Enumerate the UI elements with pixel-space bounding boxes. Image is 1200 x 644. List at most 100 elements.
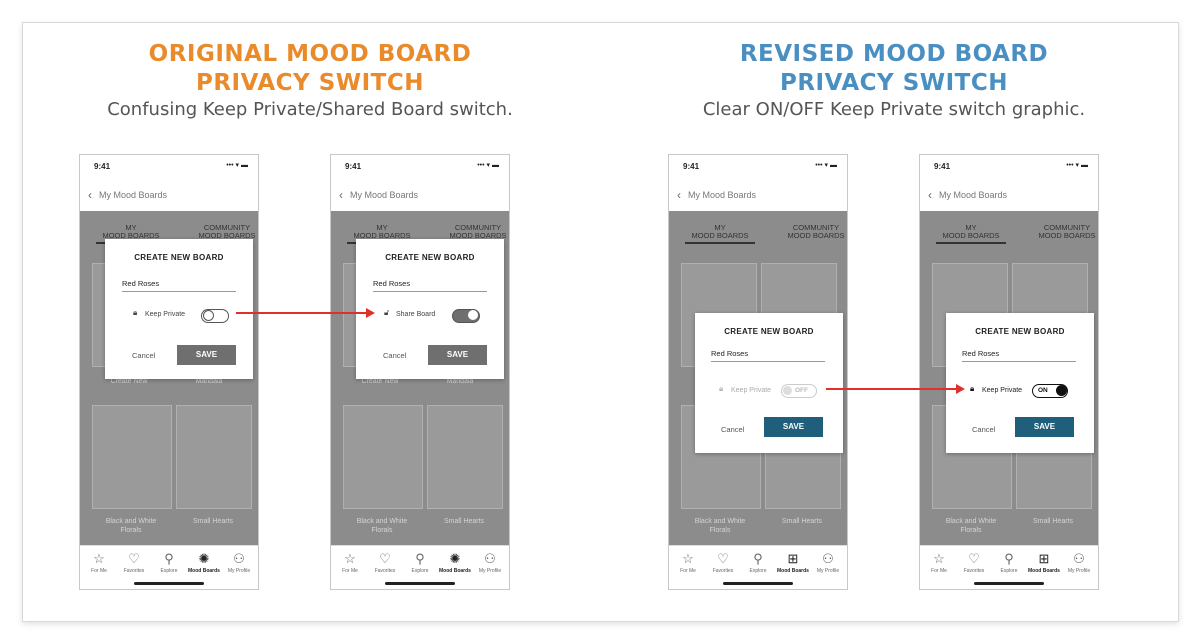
tab-community-line2: MOOD BOARDS [787, 231, 845, 240]
status-icons: ••• ▾ ▬ [477, 162, 499, 169]
keep-private-toggle-off[interactable]: OFF [781, 384, 817, 398]
tab-for-me[interactable]: ☆ For Me [921, 551, 957, 574]
tab-explore[interactable]: ⚲ Explore [740, 551, 776, 574]
tab-community-mood-boards[interactable]: COMMUNITY MOOD BOARDS [1032, 224, 1098, 240]
tile-label-bw-line2: Florals [709, 527, 731, 534]
star-icon: ☆ [933, 551, 945, 566]
share-board-toggle[interactable] [452, 309, 480, 323]
chevron-left-icon[interactable]: ‹ [677, 188, 681, 202]
save-button[interactable]: SAVE [1015, 417, 1074, 437]
tab-community-mood-boards[interactable]: COMMUNITY MOOD BOARDS [443, 224, 509, 240]
nav-bar[interactable]: ‹ My Mood Boards [669, 185, 847, 207]
tab-label: Explore [1000, 568, 1018, 574]
tab-my-profile[interactable]: ⚇ My Profile [472, 551, 508, 574]
home-indicator [385, 582, 455, 585]
tab-my-profile[interactable]: ⚇ My Profile [221, 551, 257, 574]
status-bar: 9:41 ••• ▾ ▬ [920, 155, 1098, 177]
back-label[interactable]: My Mood Boards [99, 190, 167, 200]
unlock-icon: 🔓︎ [384, 308, 390, 317]
search-icon: ⚲ [164, 551, 174, 566]
nav-bar[interactable]: ‹ My Mood Boards [80, 185, 258, 207]
left-title-line1: ORIGINAL MOOD BOARD [148, 41, 472, 67]
tile-label-small-hearts: Small Hearts [443, 518, 485, 525]
board-tile-black-white[interactable] [92, 405, 172, 509]
keep-private-toggle[interactable] [201, 309, 229, 323]
heart-icon: ♡ [717, 551, 729, 566]
tab-for-me[interactable]: ☆ For Me [332, 551, 368, 574]
tab-mood-boards[interactable]: ✺ Mood Boards [186, 551, 222, 574]
board-name-field[interactable]: Red Roses [373, 279, 487, 292]
left-title: ORIGINAL MOOD BOARD PRIVACY SWITCH [80, 40, 540, 98]
search-icon: ⚲ [753, 551, 763, 566]
back-label[interactable]: My Mood Boards [939, 190, 1007, 200]
keep-private-label: Keep Private [982, 387, 1023, 394]
star-icon: ☆ [682, 551, 694, 566]
status-bar: 9:41 ••• ▾ ▬ [331, 155, 509, 177]
chevron-left-icon[interactable]: ‹ [88, 188, 92, 202]
tab-community-mood-boards[interactable]: COMMUNITY MOOD BOARDS [192, 224, 258, 240]
save-button[interactable]: SAVE [428, 345, 487, 365]
tab-explore[interactable]: ⚲ Explore [151, 551, 187, 574]
tab-explore[interactable]: ⚲ Explore [991, 551, 1027, 574]
right-title-line2: PRIVACY SWITCH [779, 70, 1008, 96]
cancel-button[interactable]: Cancel [132, 351, 155, 360]
nav-bar[interactable]: ‹ My Mood Boards [920, 185, 1098, 207]
tab-favorites[interactable]: ♡ Favorites [367, 551, 403, 574]
tab-label: Favorites [712, 568, 734, 574]
lock-icon: 🔒︎ [970, 384, 975, 393]
chevron-left-icon[interactable]: ‹ [339, 188, 343, 202]
tab-community-mood-boards[interactable]: COMMUNITY MOOD BOARDS [781, 224, 847, 240]
tab-my-profile[interactable]: ⚇ My Profile [1061, 551, 1097, 574]
toggle-knob [468, 310, 478, 320]
tab-my-profile[interactable]: ⚇ My Profile [810, 551, 846, 574]
home-indicator [974, 582, 1044, 585]
toggle-knob [203, 310, 214, 321]
cancel-button[interactable]: Cancel [972, 425, 995, 434]
tab-community-line2: MOOD BOARDS [1038, 231, 1096, 240]
board-tile-black-white[interactable] [343, 405, 423, 509]
tab-mood-boards[interactable]: ⊞ Mood Boards [1026, 551, 1062, 574]
back-label[interactable]: My Mood Boards [688, 190, 756, 200]
status-time: 9:41 [683, 162, 700, 171]
board-tile-small-hearts[interactable] [427, 405, 503, 509]
board-name-field[interactable]: Red Roses [122, 279, 236, 292]
tile-label-black-white: Black and White Florals [91, 517, 171, 535]
chevron-left-icon[interactable]: ‹ [928, 188, 932, 202]
tab-for-me[interactable]: ☆ For Me [81, 551, 117, 574]
back-label[interactable]: My Mood Boards [350, 190, 418, 200]
person-icon: ⚇ [233, 551, 245, 566]
board-name-field[interactable]: Red Roses [711, 349, 825, 362]
tab-my-mood-boards[interactable]: MY MOOD BOARDS [685, 224, 755, 244]
tab-mood-boards[interactable]: ⊞ Mood Boards [775, 551, 811, 574]
tile-label-small-hearts: Small Hearts [1032, 518, 1074, 525]
lightbulb-icon: ✺ [449, 551, 461, 566]
status-icons: ••• ▾ ▬ [226, 162, 248, 169]
tile-label-bw-line1: Black and White [356, 518, 408, 525]
tab-favorites[interactable]: ♡ Favorites [116, 551, 152, 574]
cancel-button[interactable]: Cancel [383, 351, 406, 360]
tab-explore[interactable]: ⚲ Explore [402, 551, 438, 574]
tab-label: Mood Boards [777, 568, 809, 574]
tab-mood-boards[interactable]: ✺ Mood Boards [437, 551, 473, 574]
right-subtitle: Clear ON/OFF Keep Private switch graphic… [702, 99, 1086, 120]
board-tile-small-hearts[interactable] [176, 405, 252, 509]
cancel-button[interactable]: Cancel [721, 425, 744, 434]
keep-private-toggle-on[interactable]: ON [1032, 384, 1068, 398]
nav-bar[interactable]: ‹ My Mood Boards [331, 185, 509, 207]
tab-favorites[interactable]: ♡ Favorites [956, 551, 992, 574]
tab-label: For Me [342, 568, 358, 574]
tile-label-black-white: Black and White Florals [931, 517, 1011, 535]
create-board-dialog: CREATE NEW BOARD Red Roses 🔒︎ Keep Priva… [946, 313, 1094, 453]
status-icons: ••• ▾ ▬ [1066, 162, 1088, 169]
bottom-tab-bar: ☆ For Me ♡ Favorites ⚲ Explore ⊞ Mood Boards… [669, 545, 847, 589]
lightbulb-icon: ✺ [198, 551, 210, 566]
tab-my-mood-boards[interactable]: MY MOOD BOARDS [936, 224, 1006, 244]
tab-label: For Me [680, 568, 696, 574]
tab-for-me[interactable]: ☆ For Me [670, 551, 706, 574]
save-button[interactable]: SAVE [764, 417, 823, 437]
save-button[interactable]: SAVE [177, 345, 236, 365]
dialog-title: CREATE NEW BOARD [975, 327, 1065, 336]
tab-favorites[interactable]: ♡ Favorites [705, 551, 741, 574]
board-name-field[interactable]: Red Roses [962, 349, 1076, 362]
tab-label: My Profile [1067, 568, 1091, 574]
